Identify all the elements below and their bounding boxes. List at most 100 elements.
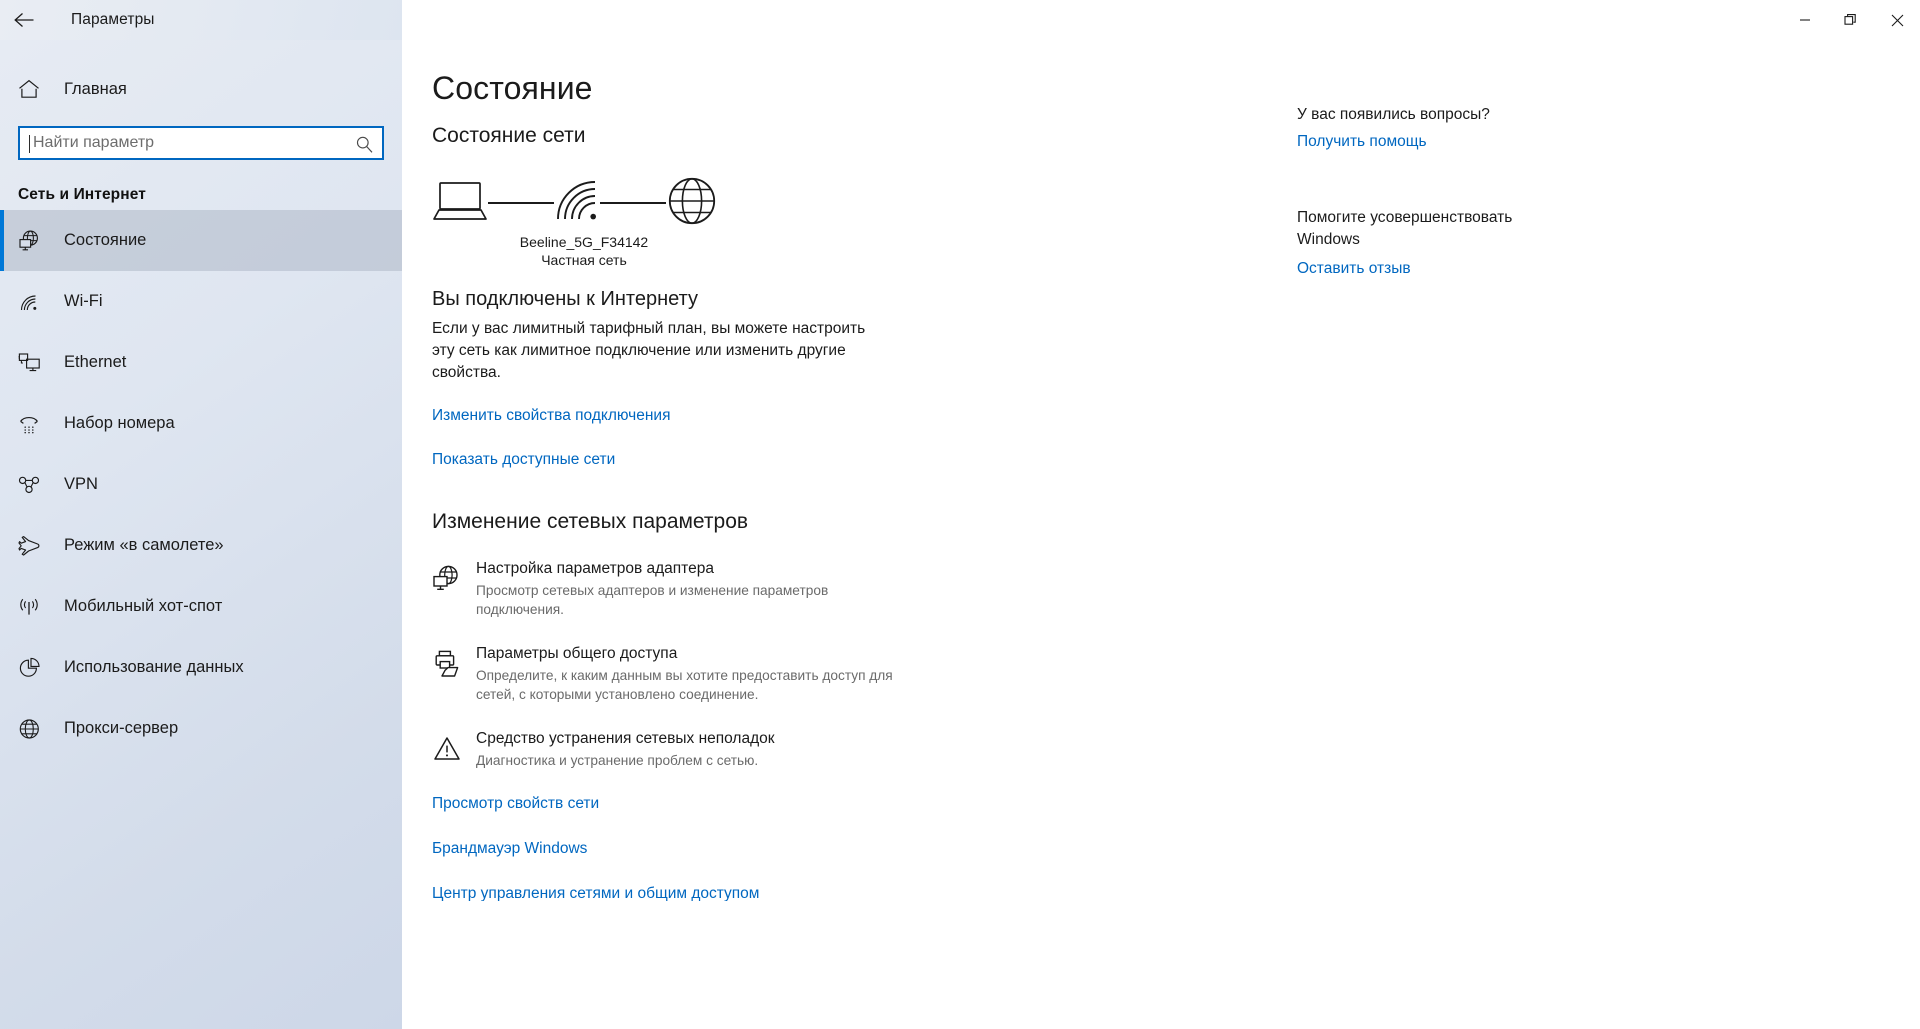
sidebar-item-proxy-label: Прокси-сервер	[64, 719, 179, 737]
title-bar-left: Параметры	[0, 0, 402, 40]
sidebar-item-dialup[interactable]: Набор номера	[0, 393, 402, 454]
globe-icon	[18, 718, 48, 740]
windows-firewall-link[interactable]: Брандмауэр Windows	[432, 840, 952, 858]
clipped-link-container: Центр управления сетями и общим доступом	[432, 885, 952, 901]
network-identity: Beeline_5G_F34142 Частная сеть	[434, 234, 734, 268]
option-adapter-settings-text: Настройка параметров адаптера Просмотр с…	[476, 560, 952, 620]
app-title: Параметры	[71, 11, 155, 28]
sidebar-item-ethernet[interactable]: Ethernet	[0, 332, 402, 393]
give-feedback-link[interactable]: Оставить отзыв	[1297, 260, 1557, 278]
hotspot-icon	[18, 596, 48, 617]
title-bar: Параметры	[0, 0, 1920, 40]
sidebar-item-ethernet-label: Ethernet	[64, 353, 127, 371]
sidebar-item-vpn-label: VPN	[64, 475, 98, 493]
change-connection-properties-link[interactable]: Изменить свойства подключения	[432, 407, 952, 425]
view-network-properties-link[interactable]: Просмотр свойств сети	[432, 795, 952, 813]
text-caret	[29, 135, 30, 153]
option-network-troubleshooter-desc: Диагностика и устранение проблем с сетью…	[476, 752, 759, 768]
window-controls	[1782, 0, 1920, 40]
maximize-button[interactable]	[1828, 0, 1874, 40]
network-status-heading: Состояние сети	[432, 124, 586, 147]
change-settings-heading: Изменение сетевых параметров	[432, 510, 749, 533]
connected-heading: Вы подключены к Интернету	[432, 288, 698, 310]
selection-indicator	[0, 393, 4, 454]
back-button[interactable]	[0, 1, 48, 39]
connection-line-left	[488, 202, 554, 204]
restore-icon	[1844, 13, 1858, 27]
selection-indicator	[0, 210, 4, 271]
sidebar-group-title: Сеть и Интернет	[18, 186, 146, 203]
close-icon	[1891, 14, 1904, 27]
sidebar-item-home[interactable]: Главная	[0, 66, 402, 112]
globe-icon	[666, 175, 718, 232]
sidebar-item-data-usage[interactable]: Использование данных	[0, 637, 402, 698]
title-bar-right-fill	[402, 0, 1920, 40]
page-title: Состояние	[432, 70, 593, 106]
sharing-printer-folder-icon	[432, 645, 476, 705]
help-column: У вас появились вопросы? Получить помощь…	[1297, 106, 1557, 278]
selection-indicator	[0, 271, 4, 332]
primary-links: Изменить свойства подключения Показать д…	[432, 407, 952, 469]
selection-indicator	[0, 576, 4, 637]
option-sharing-settings-text: Параметры общего доступа Определите, к к…	[476, 645, 952, 705]
sidebar-item-airplane-mode-label: Режим «в самолете»	[64, 536, 224, 554]
minimize-icon	[1799, 14, 1811, 26]
adapter-globe-icon	[432, 560, 476, 620]
sidebar-item-data-usage-label: Использование данных	[64, 658, 244, 676]
selection-indicator	[0, 454, 4, 515]
sidebar-item-wifi[interactable]: Wi-Fi	[0, 271, 402, 332]
globe-monitor-icon	[18, 229, 48, 252]
search-container	[0, 112, 402, 160]
search-box[interactable]	[18, 126, 384, 160]
laptop-icon	[432, 178, 488, 229]
sidebar-item-airplane-mode[interactable]: Режим «в самолете»	[0, 515, 402, 576]
pie-chart-icon	[18, 657, 48, 679]
minimize-button[interactable]	[1782, 0, 1828, 40]
get-help-link[interactable]: Получить помощь	[1297, 133, 1557, 151]
warning-triangle-icon	[432, 730, 476, 770]
sidebar-item-mobile-hotspot[interactable]: Мобильный хот-спот	[0, 576, 402, 637]
improve-windows-heading: Помогите усовершенствовать Windows	[1297, 209, 1513, 248]
sidebar-item-status-label: Состояние	[64, 231, 147, 249]
option-adapter-settings-desc: Просмотр сетевых адаптеров и изменение п…	[476, 583, 829, 618]
vpn-icon	[18, 475, 48, 495]
connected-description: Если у вас лимитный тарифный план, вы мо…	[432, 320, 866, 381]
option-network-troubleshooter-title: Средство устранения сетевых неполадок	[476, 729, 775, 747]
network-options-list: Настройка параметров адаптера Просмотр с…	[432, 560, 952, 770]
selection-indicator	[0, 698, 4, 759]
selection-indicator	[0, 332, 4, 393]
airplane-icon	[18, 535, 48, 557]
option-network-troubleshooter-text: Средство устранения сетевых неполадок Ди…	[476, 730, 952, 770]
sidebar-item-proxy[interactable]: Прокси-сервер	[0, 698, 402, 759]
network-type: Частная сеть	[541, 252, 627, 268]
improve-windows-block: Помогите усовершенствовать Windows Остав…	[1297, 207, 1557, 278]
option-adapter-settings-title: Настройка параметров адаптера	[476, 560, 714, 577]
sidebar-item-wifi-label: Wi-Fi	[64, 292, 103, 310]
sidebar-item-status[interactable]: Состояние	[0, 210, 402, 271]
settings-window: Параметры Главная Найти параметр Сеть и …	[0, 0, 1920, 1029]
network-diagram-row	[432, 172, 952, 234]
network-diagram: Beeline_5G_F34142 Частная сеть	[432, 172, 952, 278]
bottom-links: Просмотр свойств сети Брандмауэр Windows	[432, 795, 952, 858]
sidebar: Главная Сеть и Интернет	[0, 40, 402, 1029]
option-adapter-settings[interactable]: Настройка параметров адаптера Просмотр с…	[432, 560, 952, 620]
show-available-networks-link[interactable]: Показать доступные сети	[432, 451, 952, 469]
option-network-troubleshooter[interactable]: Средство устранения сетевых неполадок Ди…	[432, 730, 952, 770]
sidebar-item-dialup-label: Набор номера	[64, 414, 175, 432]
sidebar-item-home-label: Главная	[64, 79, 127, 98]
wifi-icon	[18, 292, 48, 312]
home-icon	[18, 79, 54, 99]
status-column: Состояние сети Beeline_5G_F34142 Частная…	[432, 124, 952, 901]
selection-indicator	[0, 515, 4, 576]
search-icon[interactable]	[355, 135, 374, 159]
search-input[interactable]	[20, 134, 382, 152]
network-sharing-center-link[interactable]: Центр управления сетями и общим доступом	[432, 885, 759, 901]
sidebar-item-vpn[interactable]: VPN	[0, 454, 402, 515]
network-ssid: Beeline_5G_F34142	[519, 234, 649, 250]
option-sharing-settings[interactable]: Параметры общего доступа Определите, к к…	[432, 645, 952, 705]
selection-indicator	[0, 637, 4, 698]
back-arrow-icon	[13, 11, 35, 29]
connection-line-right	[600, 202, 666, 204]
close-button[interactable]	[1874, 0, 1920, 40]
wifi-signal-icon	[554, 178, 600, 229]
